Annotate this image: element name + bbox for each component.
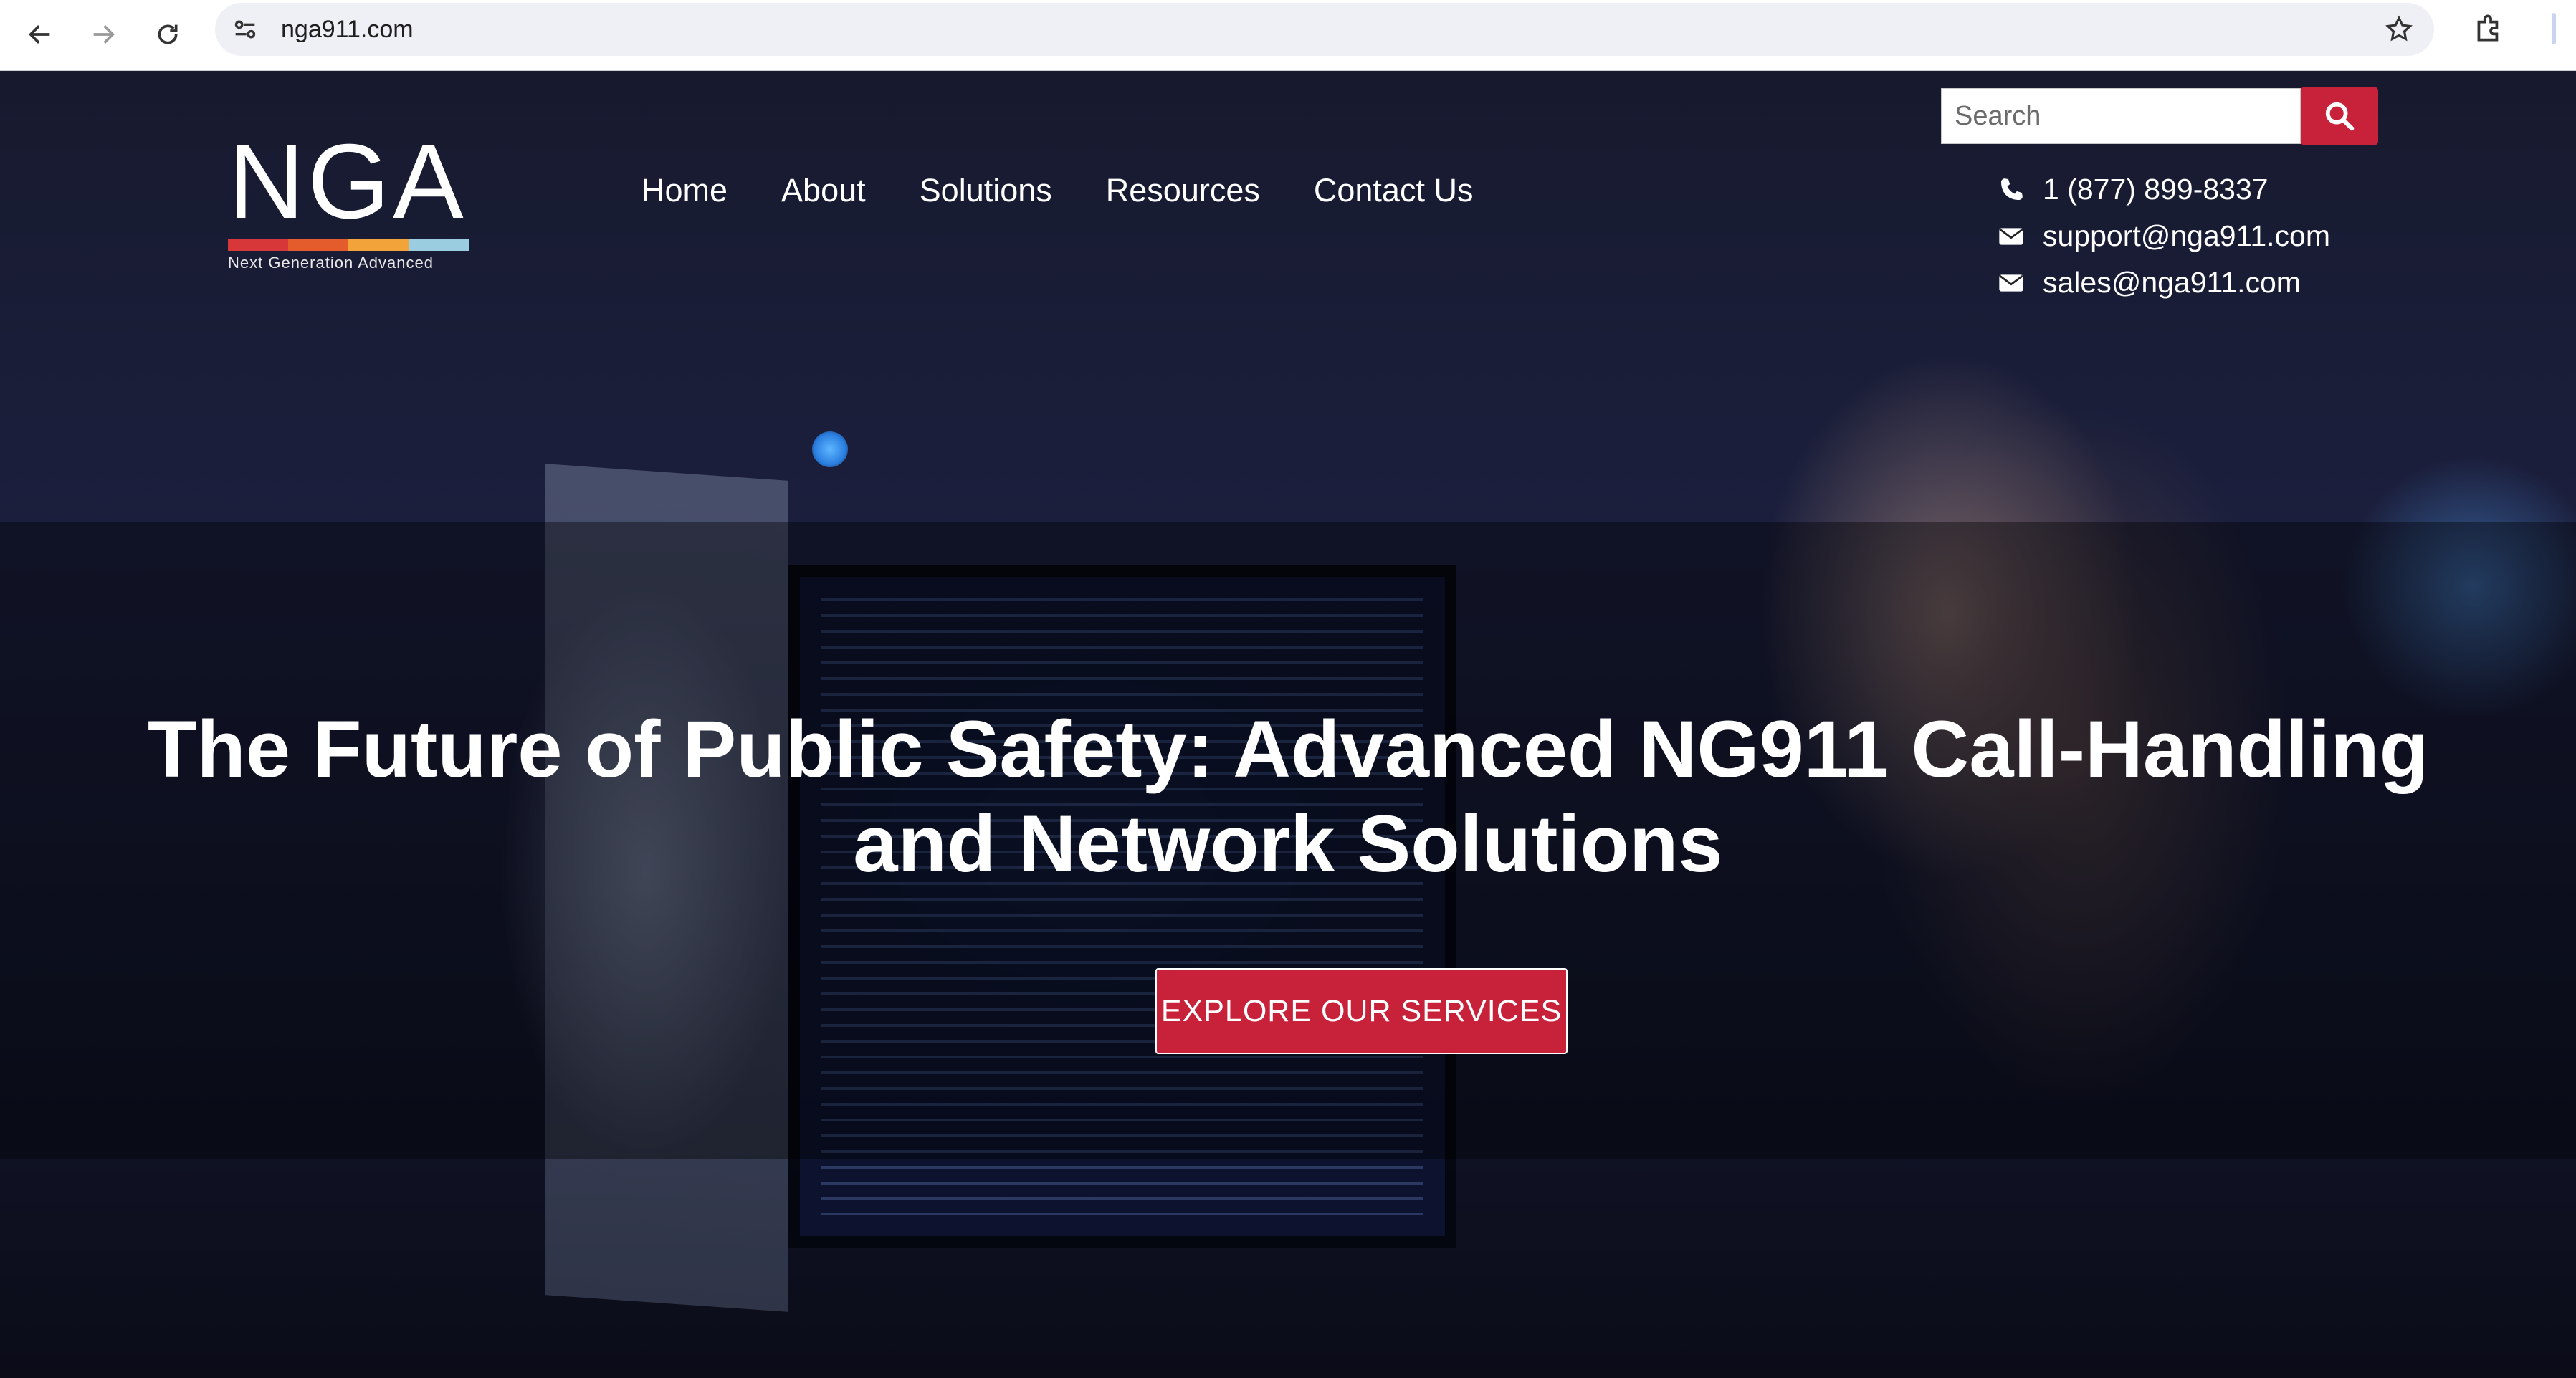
phone-number[interactable]: 1 (877) 899-8337 — [2043, 173, 2269, 206]
contact-support-email[interactable]: support@nga911.com — [1997, 213, 2330, 259]
hero-headline-line1: The Future of Public Safety: Advanced NG… — [147, 704, 2429, 794]
site-logo[interactable]: NGA Next Generation Advanced — [228, 129, 472, 272]
browser-toolbar: nga911.com — [0, 0, 2576, 71]
contact-info: 1 (877) 899-8337 support@nga911.com sale… — [1997, 166, 2330, 306]
search-icon — [2325, 102, 2355, 131]
background-light — [812, 431, 848, 467]
phone-icon — [2001, 178, 2023, 200]
toolbar-divider — [2552, 13, 2556, 44]
explore-services-button[interactable]: EXPLORE OUR SERVICES — [1155, 968, 1568, 1054]
search-button[interactable] — [2301, 87, 2378, 145]
logo-tagline: Next Generation Advanced — [228, 254, 434, 272]
reload-icon — [158, 24, 178, 44]
address-bar[interactable]: nga911.com — [215, 3, 2434, 56]
logo-letters: NGA — [228, 123, 467, 241]
back-button[interactable] — [19, 13, 62, 56]
sales-email[interactable]: sales@nga911.com — [2043, 266, 2301, 300]
main-nav: Home About Solutions Resources Contact U… — [641, 172, 1527, 209]
nav-item-solutions[interactable]: Solutions — [920, 172, 1052, 209]
arrow-left-icon — [29, 25, 50, 44]
contact-sales-email[interactable]: sales@nga911.com — [1997, 259, 2330, 306]
url-text[interactable]: nga911.com — [281, 16, 414, 44]
site-settings-icon[interactable] — [231, 15, 259, 44]
hero-headline: The Future of Public Safety: Advanced NG… — [0, 702, 2576, 891]
envelope-icon — [1999, 227, 2023, 245]
extensions-icon[interactable] — [2471, 10, 2507, 46]
logo-color-bar — [228, 239, 469, 251]
support-email[interactable]: support@nga911.com — [2043, 219, 2330, 253]
envelope-icon — [1999, 274, 2023, 292]
search-field — [1941, 88, 2301, 144]
nav-item-contact-us[interactable]: Contact Us — [1314, 172, 1474, 209]
hero-headline-line2: and Network Solutions — [853, 799, 1723, 889]
nav-item-about[interactable]: About — [781, 172, 866, 209]
nav-item-resources[interactable]: Resources — [1106, 172, 1260, 209]
arrow-right-icon — [93, 25, 115, 44]
search-input[interactable] — [1942, 89, 2300, 143]
reload-button[interactable] — [146, 13, 189, 56]
bookmark-star-icon[interactable] — [2384, 14, 2414, 44]
nav-item-home[interactable]: Home — [641, 172, 728, 209]
forward-button[interactable] — [82, 13, 125, 56]
contact-phone[interactable]: 1 (877) 899-8337 — [1997, 166, 2330, 213]
